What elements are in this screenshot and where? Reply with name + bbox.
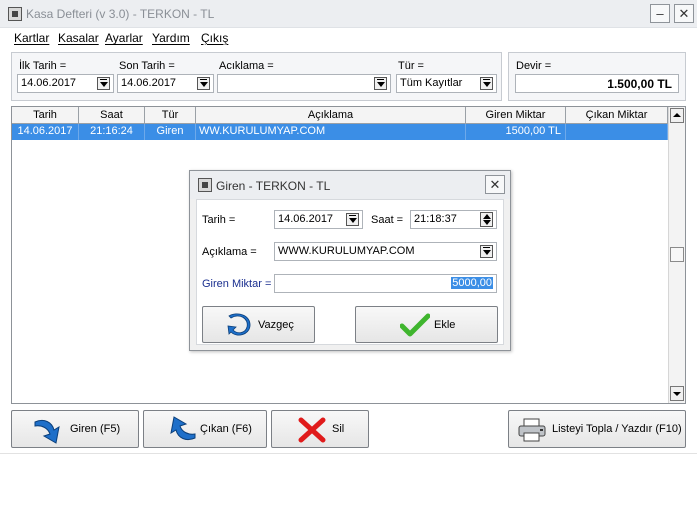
- column-header-cikan[interactable]: Çıkan Miktar: [566, 107, 668, 124]
- title-bar: Kasa Defteri (v 3.0) - TERKON - TL – ✕: [0, 0, 697, 28]
- tur-value: Tüm Kayıtlar: [400, 77, 463, 89]
- dialog-title-bar: Giren - TERKON - TL ✕: [190, 171, 510, 199]
- column-header-tarih[interactable]: Tarih: [12, 107, 79, 124]
- vazgec-button-label: Vazgeç: [258, 318, 294, 331]
- check-icon: [400, 313, 430, 337]
- menu-ayarlar[interactable]: Ayarlar: [105, 31, 143, 45]
- scroll-up-button[interactable]: [670, 108, 684, 123]
- cell-saat: 21:16:24: [79, 124, 145, 140]
- ilk-tarih-label: İlk Tarih =: [19, 60, 67, 72]
- dialog-saat-input[interactable]: 21:18:37: [410, 210, 497, 229]
- aciklama-input[interactable]: [217, 74, 391, 93]
- dialog-body: Tarih = 14.06.2017 Saat = 21:18:37 Açıkl…: [196, 199, 504, 345]
- dropdown-icon[interactable]: [480, 77, 493, 90]
- delete-x-icon: [298, 417, 326, 443]
- dialog-saat-value: 21:18:37: [414, 213, 457, 225]
- column-header-tur[interactable]: Tür: [145, 107, 196, 124]
- app-icon: [8, 7, 22, 21]
- ekle-button-label: Ekle: [434, 318, 456, 331]
- dialog-miktar-input[interactable]: 5000,00: [274, 274, 497, 293]
- cell-tarih: 14.06.2017: [12, 124, 79, 140]
- dialog-aciklama-value: WWW.KURULUMYAP.COM: [278, 245, 415, 257]
- dialog-miktar-label: Giren Miktar =: [202, 278, 272, 290]
- ilk-tarih-input[interactable]: 14.06.2017: [17, 74, 114, 93]
- dialog-aciklama-label: Açıklama =: [202, 246, 257, 258]
- close-button[interactable]: ✕: [674, 4, 694, 23]
- son-tarih-label: Son Tarih =: [119, 60, 175, 72]
- dialog-close-button[interactable]: ✕: [485, 175, 505, 194]
- dropdown-icon[interactable]: [374, 77, 387, 90]
- menu-kartlar[interactable]: Kartlar: [14, 31, 49, 45]
- dialog-title: Giren - TERKON - TL: [216, 179, 331, 193]
- undo-arrow-icon: [227, 313, 251, 336]
- cikan-button-label: Çıkan (F6): [200, 423, 252, 435]
- tur-label: Tür =: [398, 60, 424, 72]
- vazgec-button[interactable]: Vazgeç: [202, 306, 315, 343]
- printer-icon: [518, 418, 546, 442]
- column-header-giren[interactable]: Giren Miktar: [466, 107, 566, 124]
- dropdown-icon[interactable]: [197, 77, 210, 90]
- dropdown-icon[interactable]: [97, 77, 110, 90]
- sil-button[interactable]: Sil: [271, 410, 369, 448]
- giren-dialog: Giren - TERKON - TL ✕ Tarih = 14.06.2017…: [189, 170, 511, 351]
- scroll-thumb[interactable]: [670, 247, 684, 262]
- scroll-down-button[interactable]: [670, 386, 684, 401]
- column-header-saat[interactable]: Saat: [79, 107, 145, 124]
- son-tarih-input[interactable]: 14.06.2017: [117, 74, 214, 93]
- listeyi-button-label: Listeyi Topla / Yazdır (F10): [552, 423, 682, 435]
- vertical-scrollbar[interactable]: [668, 107, 685, 403]
- status-area: [0, 453, 697, 519]
- window-title: Kasa Defteri (v 3.0) - TERKON - TL: [26, 7, 215, 21]
- listeyi-topla-yazdir-button[interactable]: Listeyi Topla / Yazdır (F10): [508, 410, 686, 448]
- dialog-saat-label: Saat =: [371, 214, 404, 226]
- dialog-tarih-input[interactable]: 14.06.2017: [274, 210, 363, 229]
- cikan-arrow-icon: [170, 416, 196, 441]
- devir-value: 1.500,00 TL: [515, 74, 679, 93]
- dialog-miktar-value: 5000,00: [451, 277, 493, 289]
- minimize-button[interactable]: –: [650, 4, 670, 23]
- cell-aciklama: WW.KURULUMYAP.COM: [196, 124, 466, 140]
- menu-kasalar[interactable]: Kasalar: [58, 31, 99, 45]
- filter-panel: İlk Tarih = 14.06.2017 Son Tarih = 14.06…: [11, 52, 502, 101]
- cikan-button[interactable]: Çıkan (F6): [143, 410, 267, 448]
- giren-button-label: Giren (F5): [70, 423, 121, 435]
- cell-giren: 1500,00 TL: [466, 124, 566, 140]
- scroll-up-icon: [673, 113, 681, 117]
- devir-label: Devir =: [516, 60, 552, 72]
- son-tarih-value: 14.06.2017: [121, 77, 177, 89]
- scroll-down-icon: [673, 392, 681, 396]
- giren-button[interactable]: Giren (F5): [11, 410, 139, 448]
- cell-cikan: [566, 124, 668, 140]
- sil-button-label: Sil: [332, 423, 345, 435]
- spin-icon[interactable]: [480, 212, 493, 227]
- cell-tur: Giren: [145, 124, 196, 140]
- table-row[interactable]: 14.06.2017 21:16:24 Giren WW.KURULUMYAP.…: [12, 124, 668, 140]
- tur-select[interactable]: Tüm Kayıtlar: [396, 74, 497, 93]
- ekle-button[interactable]: Ekle: [355, 306, 498, 343]
- dialog-tarih-value: 14.06.2017: [278, 213, 334, 225]
- aciklama-label: Acıklama =: [219, 60, 274, 72]
- menu-bar: Kartlar Kasalar Ayarlar Yardım Çıkış: [0, 28, 697, 48]
- ilk-tarih-value: 14.06.2017: [21, 77, 77, 89]
- menu-cikis[interactable]: Çıkış: [201, 31, 228, 45]
- dropdown-icon[interactable]: [480, 245, 493, 258]
- giren-arrow-icon: [34, 419, 60, 444]
- dialog-aciklama-input[interactable]: WWW.KURULUMYAP.COM: [274, 242, 497, 261]
- dropdown-icon[interactable]: [346, 213, 359, 226]
- devir-panel: Devir = 1.500,00 TL: [508, 52, 686, 101]
- column-header-aciklama[interactable]: Açıklama: [196, 107, 466, 124]
- dialog-app-icon: [198, 178, 212, 192]
- menu-yardim[interactable]: Yardım: [152, 31, 190, 45]
- dialog-tarih-label: Tarih =: [202, 214, 236, 226]
